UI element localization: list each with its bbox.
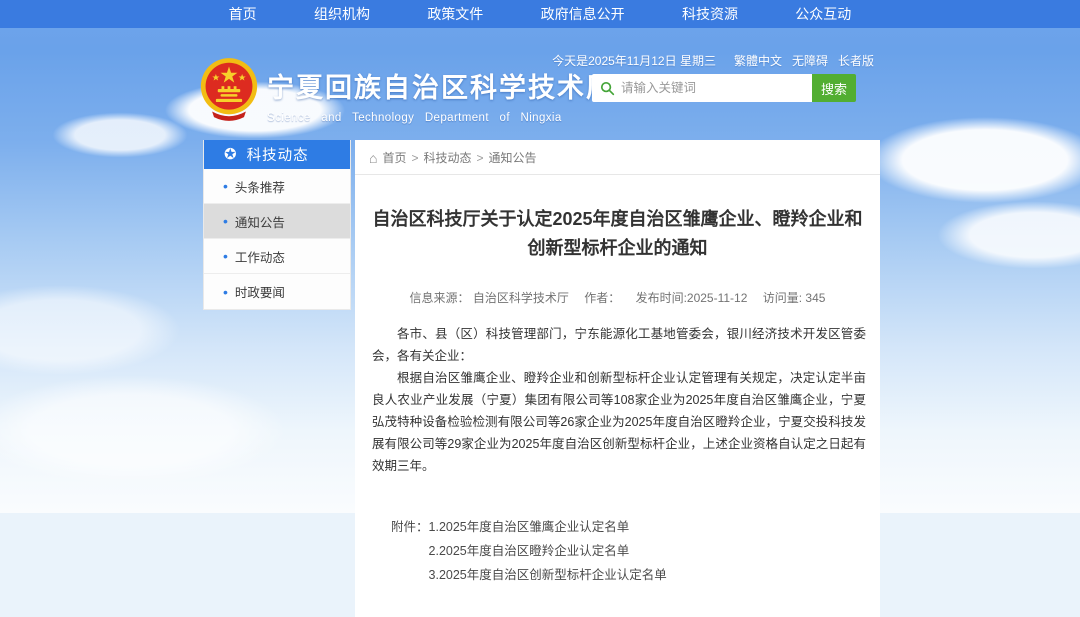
site-title-block: 宁夏回族自治区科学技术厅 Science and Technology Depa…	[267, 66, 567, 124]
attachments-list: 1.2025年度自治区雏鹰企业认定名单 2.2025年度自治区瞪羚企业认定名单 …	[429, 515, 667, 587]
sidebar-item-label: 时政要闻	[235, 282, 285, 301]
attachment-link[interactable]: 3.2025年度自治区创新型标杆企业认定名单	[429, 563, 667, 587]
sidebar-menu-item[interactable]: • 时政要闻	[204, 274, 350, 309]
meta-views: 访问量: 345	[763, 291, 826, 305]
breadcrumb-separator: >	[411, 151, 418, 165]
bullet-icon: •	[223, 179, 228, 193]
attachments-block: 附件： 1.2025年度自治区雏鹰企业认定名单 2.2025年度自治区瞪羚企业认…	[391, 515, 880, 587]
nav-item[interactable]: 政府信息公开	[541, 0, 625, 28]
breadcrumb-separator: >	[477, 151, 484, 165]
national-emblem-logo	[199, 55, 259, 123]
quick-link[interactable]: 无障碍	[792, 52, 828, 69]
search-box	[592, 74, 812, 102]
today-date: 今天是2025年11月12日 星期三	[552, 52, 716, 69]
quick-link[interactable]: 繁體中文	[734, 52, 782, 69]
article-meta: 信息来源： 自治区科学技术厅 作者： 发布时间:2025-11-12 访问量: …	[355, 289, 880, 306]
meta-source: 信息来源： 自治区科学技术厅	[410, 291, 569, 305]
nav-item[interactable]: 首页	[229, 0, 257, 28]
search-button[interactable]: 搜索	[812, 74, 856, 102]
search-icon	[600, 81, 615, 96]
sidebar: ✪ 科技动态 • 头条推荐 • 通知公告 • 工作动态	[203, 140, 351, 310]
sidebar-menu-item[interactable]: • 头条推荐	[204, 169, 350, 204]
breadcrumb-item[interactable]: 通知公告	[489, 149, 537, 166]
search-input[interactable]	[621, 81, 801, 95]
sidebar-item-label: 工作动态	[235, 247, 285, 266]
star-circle-icon: ✪	[224, 147, 237, 162]
sidebar-item-label: 头条推荐	[235, 177, 285, 196]
bullet-icon: •	[223, 249, 228, 263]
attachment-link[interactable]: 1.2025年度自治区雏鹰企业认定名单	[429, 515, 667, 539]
nav-item[interactable]: 科技资源	[682, 0, 738, 28]
site-subtitle-english: Science and Technology Department of Nin…	[267, 112, 567, 124]
site-title: 宁夏回族自治区科学技术厅	[267, 66, 567, 105]
quick-links: 繁體中文 无障碍 长者版	[734, 52, 874, 69]
main-area: ✪ 科技动态 • 头条推荐 • 通知公告 • 工作动态	[203, 140, 880, 617]
content-panel: ⌂ 首页> 科技动态> 通知公告> 自治区科技厅关于认定2025年度自治区雏鹰企…	[355, 140, 880, 617]
breadcrumb: ⌂ 首页> 科技动态> 通知公告>	[355, 140, 880, 175]
bullet-icon: •	[223, 285, 228, 299]
meta-publish-time: 发布时间:2025-11-12	[636, 291, 748, 305]
search-row: 搜索	[592, 74, 856, 102]
site-header: 宁夏回族自治区科学技术厅 Science and Technology Depa…	[0, 28, 1080, 140]
attachments-label: 附件：	[391, 515, 429, 587]
nav-item[interactable]: 政策文件	[427, 0, 483, 28]
meta-author: 作者：	[584, 291, 620, 305]
article-paragraph: 根据自治区雏鹰企业、瞪羚企业和创新型标杆企业认定管理有关规定，决定认定半亩良人农…	[372, 367, 866, 477]
quick-link[interactable]: 长者版	[838, 52, 874, 69]
top-nav-list: 首页 组织机构 政策文件 政府信息公开 科技资源 公众互动	[200, 0, 880, 28]
attachment-link[interactable]: 2.2025年度自治区瞪羚企业认定名单	[429, 539, 667, 563]
sidebar-header: ✪ 科技动态	[204, 140, 350, 169]
article-title: 自治区科技厅关于认定2025年度自治区雏鹰企业、瞪羚企业和创新型标杆企业的通知	[368, 205, 868, 263]
nav-item[interactable]: 组织机构	[314, 0, 370, 28]
top-navbar: 首页 组织机构 政策文件 政府信息公开 科技资源 公众互动	[0, 0, 1080, 28]
article-paragraph: 各市、县（区）科技管理部门，宁东能源化工基地管委会，银川经济技术开发区管委会，各…	[372, 323, 866, 367]
breadcrumb-item[interactable]: 首页	[382, 149, 406, 166]
sidebar-menu-item[interactable]: • 通知公告	[204, 204, 350, 239]
home-icon: ⌂	[369, 151, 377, 165]
breadcrumb-item[interactable]: 科技动态	[424, 149, 472, 166]
sidebar-item-label: 通知公告	[235, 212, 285, 231]
article-body: 各市、县（区）科技管理部门，宁东能源化工基地管委会，银川经济技术开发区管委会，各…	[355, 323, 880, 477]
sidebar-menu-item[interactable]: • 工作动态	[204, 239, 350, 274]
nav-item[interactable]: 公众互动	[795, 0, 851, 28]
bullet-icon: •	[223, 214, 228, 228]
sidebar-menu: • 头条推荐 • 通知公告 • 工作动态 • 时政要闻	[204, 169, 350, 309]
sidebar-title: 科技动态	[247, 144, 309, 165]
header-top-row: 今天是2025年11月12日 星期三 繁體中文 无障碍 长者版	[552, 52, 874, 69]
